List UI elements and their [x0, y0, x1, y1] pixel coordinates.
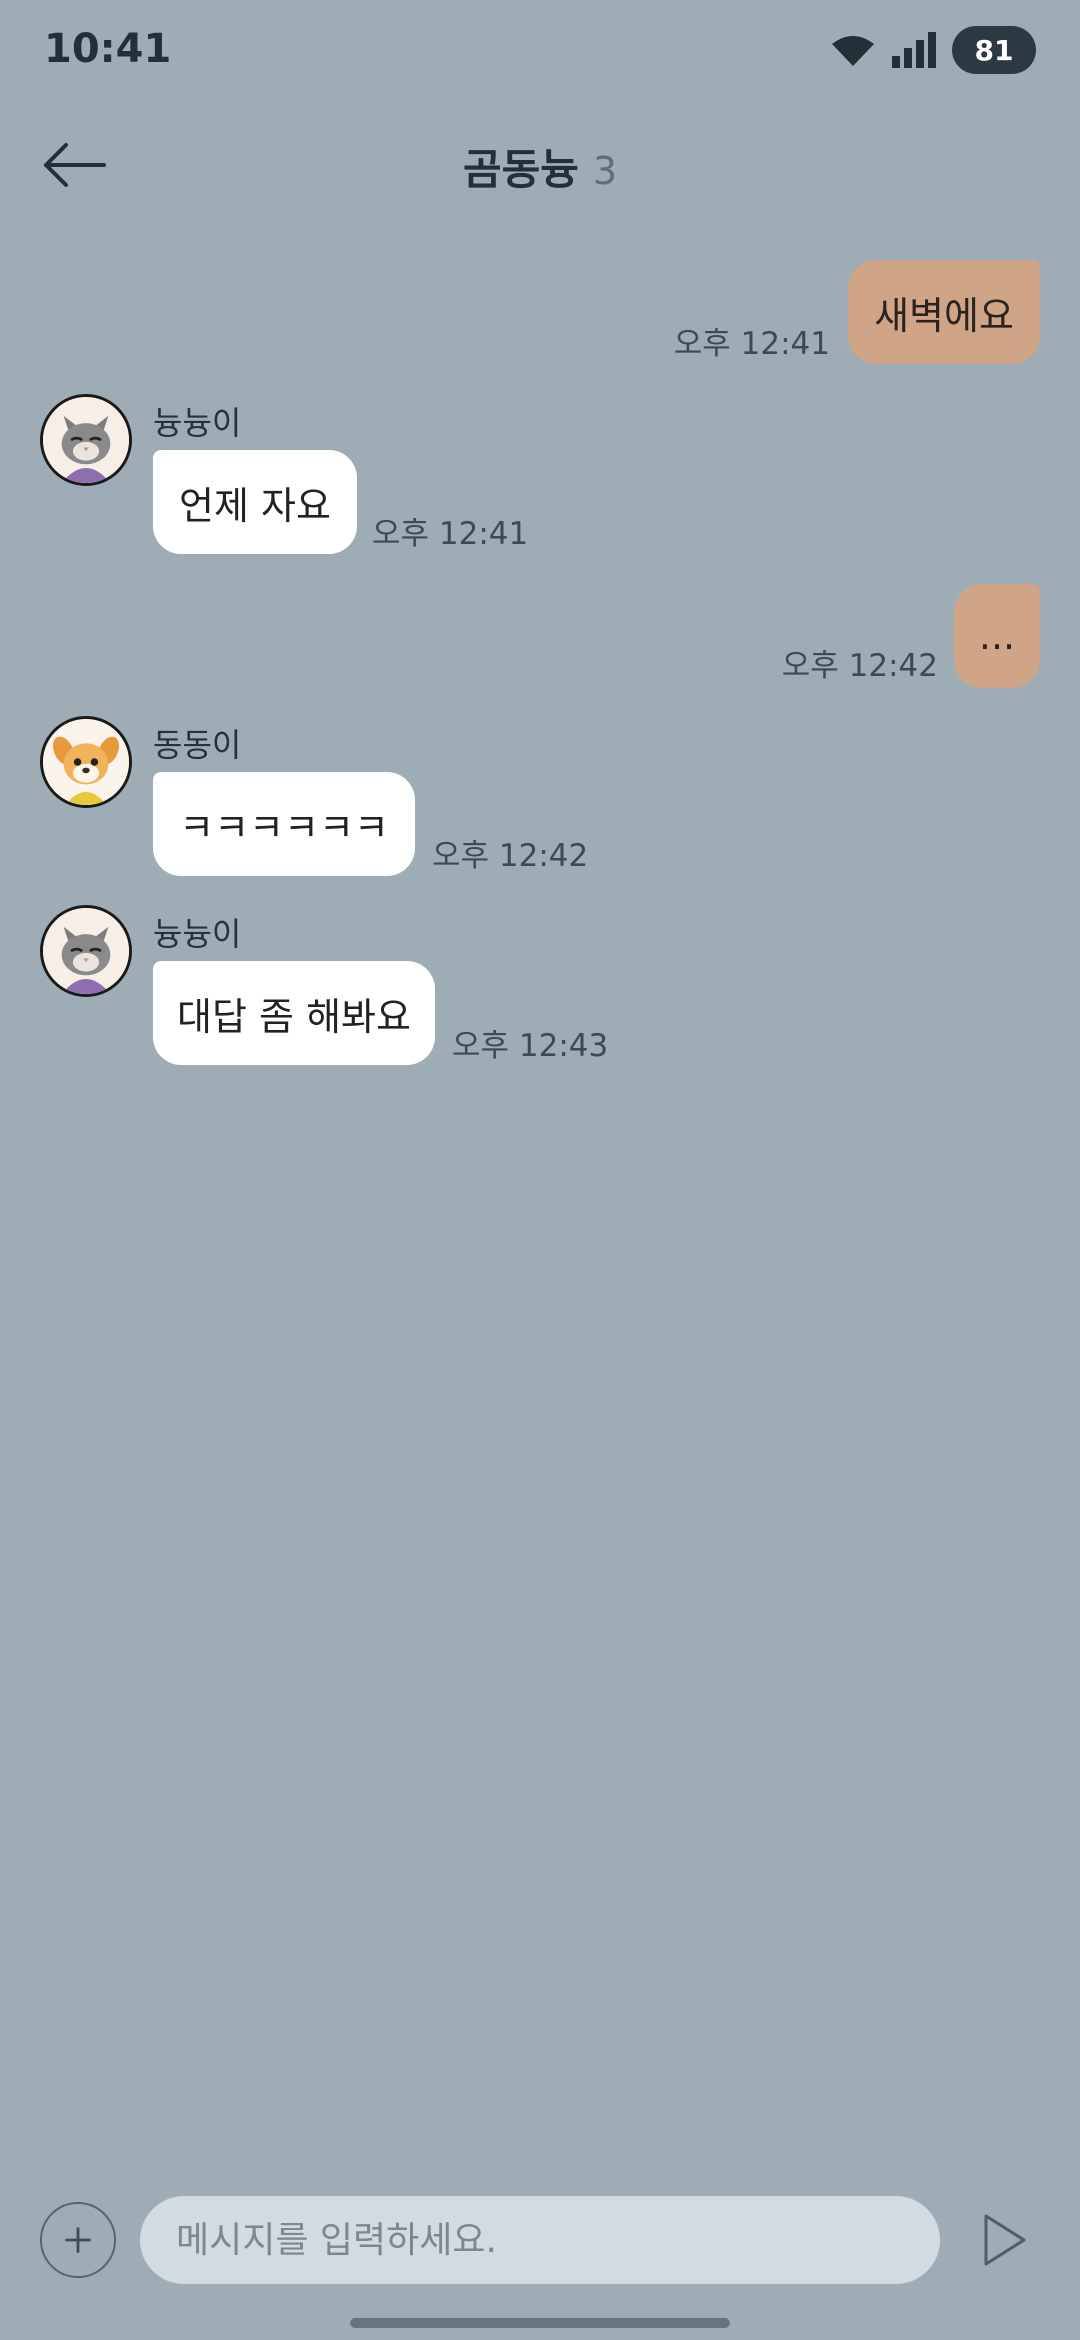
battery-indicator: 81	[952, 26, 1036, 74]
signal-icon	[892, 32, 936, 68]
message-time: 오후 12:42	[781, 648, 938, 684]
home-indicator	[350, 2318, 730, 2328]
cat-avatar-icon	[43, 397, 129, 483]
cat-avatar-icon	[43, 908, 129, 994]
message-input[interactable]	[140, 2196, 940, 2284]
chat-room-title: 곰동늉	[462, 145, 579, 194]
status-bar: 10:41 81	[0, 0, 1080, 100]
send-icon[interactable]	[980, 2210, 1030, 2270]
message-time: 오후 12:43	[452, 1028, 609, 1064]
incoming-message-bubble[interactable]: ㅋㅋㅋㅋㅋㅋ	[153, 772, 415, 876]
sender-name: 늉늉이	[153, 404, 242, 442]
message-time: 오후 12:42	[432, 838, 589, 874]
member-count: 3	[592, 149, 618, 193]
cat-avatar[interactable]	[40, 394, 132, 486]
message-time: 오후 12:41	[372, 516, 529, 552]
incoming-message-bubble[interactable]: 대답 좀 해봐요	[153, 961, 435, 1065]
attach-plus-icon[interactable]	[40, 2202, 116, 2278]
message-time: 오후 12:41	[673, 326, 830, 362]
outgoing-message-bubble[interactable]: ...	[954, 584, 1040, 688]
incoming-message-bubble[interactable]: 언제 자요	[153, 450, 357, 554]
outgoing-message-bubble[interactable]: 새벽에요	[848, 260, 1040, 364]
status-time: 10:41	[44, 26, 172, 72]
dog-avatar[interactable]	[40, 716, 132, 808]
wifi-icon	[832, 36, 874, 66]
title-wrap: 곰동늉 3	[0, 136, 1080, 197]
cat-avatar[interactable]	[40, 905, 132, 997]
sender-name: 늉늉이	[153, 915, 242, 953]
sender-name: 동동이	[153, 726, 242, 764]
dog-avatar-icon	[43, 719, 129, 805]
chat-header: 곰동늉 3	[0, 120, 1080, 210]
